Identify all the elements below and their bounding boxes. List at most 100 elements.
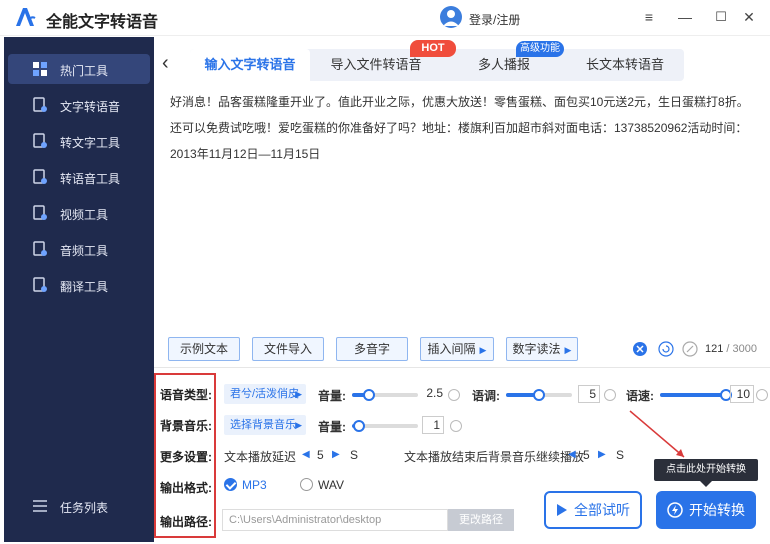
pitch-knob[interactable] [533, 389, 545, 401]
sidebar-item-label: 转语音工具 [60, 172, 121, 186]
tab-input-text[interactable]: 输入文字转语音 [190, 49, 310, 81]
file-import-button[interactable]: 文件导入 [252, 337, 324, 361]
app-logo-icon [16, 8, 36, 26]
annotation-arrow-icon [629, 410, 685, 458]
bgm-label: 背景音乐: [160, 419, 212, 433]
volume-label: 音量: [318, 389, 346, 403]
volume-slider[interactable] [352, 389, 418, 401]
output-format-label: 输出格式: [160, 481, 212, 495]
sidebar-item-label: 翻译工具 [60, 280, 109, 294]
start-convert-button[interactable]: 开始转换 [656, 491, 756, 529]
bgm-volume-label: 音量: [318, 420, 346, 434]
delay-unit: S [350, 448, 359, 462]
bgm-select[interactable]: 选择背景音乐 ▶ [224, 415, 306, 435]
voice-type-select[interactable]: 君兮/活泼俏皮 ▶ [224, 384, 306, 404]
speed-fill [660, 393, 726, 397]
continue-unit: S [616, 448, 625, 462]
reset-icon[interactable] [450, 420, 462, 432]
sidebar-item-label: 转文字工具 [60, 136, 121, 150]
char-count: 121 / 3000 [705, 343, 757, 355]
reset-icon[interactable] [756, 389, 768, 401]
reset-icon[interactable] [448, 389, 460, 401]
change-path-button[interactable]: 更改路径 [448, 509, 514, 531]
menu-icon[interactable]: ≡ [640, 8, 658, 26]
reset-icon[interactable] [604, 389, 616, 401]
volume-knob[interactable] [362, 389, 375, 401]
sidebar-item-to-text[interactable]: 转文字工具 [8, 126, 150, 156]
chevron-right-icon: ▶ [564, 345, 572, 355]
format-mp3-radio[interactable] [224, 478, 237, 491]
sample-text-button[interactable]: 示例文本 [168, 337, 240, 361]
bgm-volume-slider[interactable] [352, 420, 418, 432]
sidebar-item-text-to-speech[interactable]: 文字转语音 [8, 90, 150, 120]
increase-arrow-icon[interactable]: ▶ [332, 449, 340, 460]
pitch-value[interactable]: 5 [578, 385, 600, 403]
to-text-icon [33, 133, 47, 148]
text-input[interactable]: 好消息！品客蛋糕隆重开业了。值此开业之际，优惠大放送！零售蛋糕、面包买10元送2… [170, 89, 760, 329]
delay-value: 5 [317, 448, 324, 462]
sample-text-label: 示例文本 [179, 342, 228, 356]
sidebar-item-translate[interactable]: 翻译工具 [8, 270, 150, 300]
preview-all-button[interactable]: 全部试听 [544, 491, 642, 529]
title-bar: 全能文字转语音 登录/注册 ≡ — ☐ ✕ [0, 0, 770, 36]
video-icon [33, 205, 47, 220]
sidebar-item-label: 文字转语音 [60, 100, 121, 114]
sidebar-item-audio[interactable]: 音频工具 [8, 234, 150, 264]
login-link[interactable]: 登录/注册 [469, 11, 520, 28]
back-chevron-icon[interactable]: ‹ [162, 53, 178, 73]
undo-icon[interactable] [658, 341, 674, 357]
file-import-label: 文件导入 [263, 342, 312, 356]
bgm-volume-value[interactable]: 1 [422, 416, 444, 434]
sidebar: 热门工具 文字转语音 转文字工具 转语音工具 视频工具 音频工具 翻译工具 任务… [4, 37, 154, 542]
edit-icon[interactable] [682, 341, 698, 357]
output-path-field[interactable]: C:\Users\Administrator\desktop [222, 509, 448, 531]
audio-icon [33, 241, 47, 256]
app-title: 全能文字转语音 [46, 14, 159, 31]
continue-value: 5 [583, 448, 590, 462]
increase-arrow-icon[interactable]: ▶ [598, 449, 606, 460]
speed-label: 语速: [626, 389, 654, 403]
start-convert-label: 开始转换 [689, 502, 745, 518]
chevron-right-icon: ▶ [295, 420, 302, 430]
task-list-icon [33, 500, 47, 512]
number-reading-label: 数字读法 [512, 342, 561, 356]
number-reading-button[interactable]: 数字读法 ▶ [506, 337, 578, 361]
play-icon [557, 504, 567, 516]
more-settings-label: 更多设置: [160, 450, 212, 464]
decrease-arrow-icon[interactable]: ◀ [568, 449, 576, 460]
format-mp3-label: MP3 [242, 478, 267, 492]
speed-slider[interactable] [660, 389, 732, 401]
hot-badge: HOT [410, 40, 456, 57]
preview-all-label: 全部试听 [574, 502, 630, 518]
close-icon[interactable]: ✕ [740, 8, 758, 26]
delay-label: 文本播放延迟 [224, 450, 297, 464]
maximize-icon[interactable]: ☐ [712, 8, 730, 26]
volume-value[interactable]: 2.5 [420, 385, 446, 403]
decrease-arrow-icon[interactable]: ◀ [302, 449, 310, 460]
voice-type-value: 君兮/活泼俏皮 [230, 388, 300, 400]
polyphone-button[interactable]: 多音字 [336, 337, 408, 361]
output-path-label: 输出路径: [160, 515, 212, 529]
sidebar-item-video[interactable]: 视频工具 [8, 198, 150, 228]
polyphone-label: 多音字 [353, 342, 390, 356]
speed-value[interactable]: 10 [730, 385, 754, 403]
sidebar-item-hot-tools[interactable]: 热门工具 [8, 54, 150, 84]
clear-icon[interactable] [632, 341, 648, 357]
convert-icon [667, 502, 683, 518]
format-wav-radio[interactable] [300, 478, 313, 491]
sidebar-item-label: 音频工具 [60, 244, 109, 258]
translate-icon [33, 277, 47, 292]
main-panel: ‹ 输入文字转语音 导入文件转语音 多人播报 长文本转语音 HOT 高级功能 好… [154, 37, 770, 544]
task-list-button[interactable]: 任务列表 [8, 492, 150, 520]
sidebar-item-label: 视频工具 [60, 208, 109, 222]
sidebar-item-to-speech[interactable]: 转语音工具 [8, 162, 150, 192]
minimize-icon[interactable]: — [676, 8, 694, 26]
bgm-volume-knob[interactable] [352, 420, 365, 432]
format-wav-label: WAV [318, 478, 344, 492]
pitch-slider[interactable] [506, 389, 572, 401]
tab-long-text[interactable]: 长文本转语音 [566, 49, 684, 81]
insert-pause-button[interactable]: 插入间隔 ▶ [420, 337, 494, 361]
char-count-total: / 3000 [726, 343, 758, 355]
avatar[interactable] [440, 6, 462, 28]
text-to-speech-icon [33, 97, 47, 112]
